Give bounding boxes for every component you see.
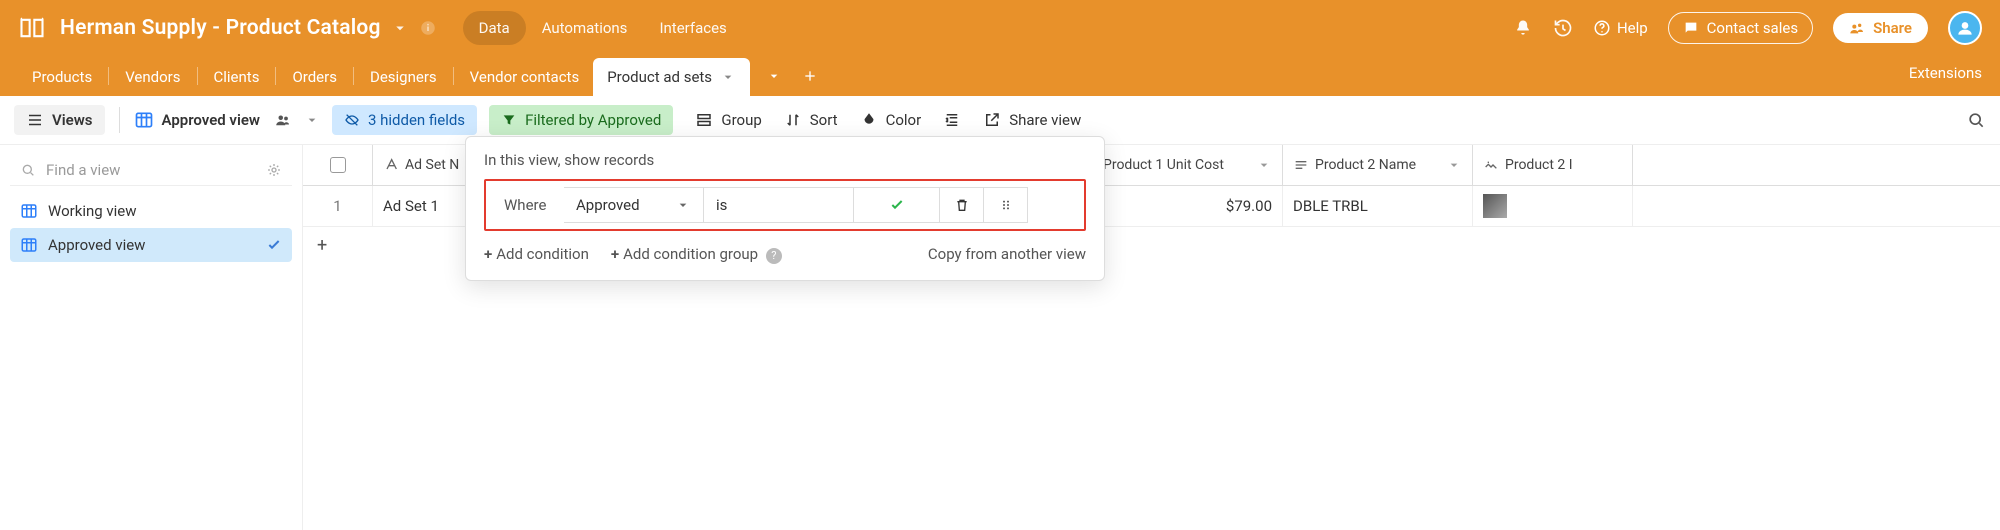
settings-icon[interactable] <box>266 162 282 178</box>
hidden-fields-chip[interactable]: 3 hidden fields <box>332 105 477 135</box>
base-title[interactable]: Herman Supply - Product Catalog <box>60 16 381 40</box>
column-header-cost[interactable]: Product 1 Unit Cost <box>1093 145 1283 185</box>
filter-field-value: Approved <box>576 196 640 214</box>
drag-handle-icon[interactable] <box>984 187 1028 223</box>
history-icon[interactable] <box>1553 18 1573 38</box>
group-button[interactable]: Group <box>695 111 761 129</box>
current-view-label: Approved view <box>162 111 261 129</box>
column-header-p2img[interactable]: Product 2 I <box>1473 145 1633 185</box>
image-thumbnail <box>1483 194 1507 218</box>
user-avatar[interactable] <box>1948 11 1982 45</box>
filter-popup-title: In this view, show records <box>484 151 1086 169</box>
help-button[interactable]: Help <box>1593 19 1648 37</box>
add-group-label: Add condition group <box>623 245 758 263</box>
nav-tab-automations[interactable]: Automations <box>526 11 644 45</box>
views-label: Views <box>52 111 93 129</box>
filter-label: Filtered by Approved <box>525 111 661 129</box>
chevron-down-icon[interactable] <box>1446 157 1462 173</box>
sort-label: Sort <box>810 111 838 129</box>
add-condition-label: Add condition <box>496 245 589 263</box>
chevron-down-icon[interactable] <box>391 19 409 37</box>
base-icon <box>18 14 46 42</box>
col-label: Product 2 I <box>1505 157 1573 173</box>
sort-button[interactable]: Sort <box>784 111 838 129</box>
filter-chip[interactable]: Filtered by Approved <box>489 105 673 135</box>
row-number[interactable]: 1 <box>303 186 373 226</box>
nav-tab-data[interactable]: Data <box>463 11 526 45</box>
filter-field-select[interactable]: Approved <box>564 187 704 223</box>
share-view-button[interactable]: Share view <box>983 111 1081 129</box>
check-icon <box>266 237 282 253</box>
copy-from-view-button[interactable]: Copy from another view <box>928 245 1086 263</box>
add-table-icon[interactable] <box>802 68 818 84</box>
filter-condition-row: Where Approved is <box>484 179 1086 231</box>
share-button[interactable]: Share <box>1833 13 1928 43</box>
chevron-down-icon[interactable] <box>304 112 320 128</box>
bell-icon[interactable] <box>1513 18 1533 38</box>
table-tab-products[interactable]: Products <box>18 58 106 96</box>
more-tables-chevron-icon[interactable] <box>766 68 782 84</box>
separator <box>119 107 120 133</box>
share-view-label: Share view <box>1009 111 1081 129</box>
sidebar-view-approved[interactable]: Approved view <box>10 228 292 262</box>
table-tab-vendor-contacts[interactable]: Vendor contacts <box>456 58 594 96</box>
contact-label: Contact sales <box>1707 19 1798 37</box>
table-tab-orders[interactable]: Orders <box>278 58 351 96</box>
cell-cost[interactable]: $79.00 <box>1093 186 1283 226</box>
search-icon[interactable] <box>1966 110 1986 130</box>
chevron-down-icon <box>675 197 691 213</box>
grid-icon <box>134 110 154 130</box>
grid-icon <box>20 236 38 254</box>
table-tab-designers[interactable]: Designers <box>356 58 451 96</box>
add-condition-group-button[interactable]: +Add condition group ? <box>611 245 782 264</box>
chevron-down-icon <box>720 69 736 85</box>
grid-icon <box>20 202 38 220</box>
people-icon[interactable] <box>274 111 292 129</box>
filter-where-label: Where <box>492 187 564 223</box>
table-tab-clients[interactable]: Clients <box>200 58 274 96</box>
color-button[interactable]: Color <box>860 111 922 129</box>
row-height-button[interactable] <box>943 111 961 129</box>
share-label: Share <box>1873 19 1912 37</box>
col-label: Product 2 Name <box>1315 157 1416 173</box>
filter-value[interactable] <box>854 187 940 223</box>
contact-sales-button[interactable]: Contact sales <box>1668 12 1813 44</box>
column-header-p2name[interactable]: Product 2 Name <box>1283 145 1473 185</box>
help-label: Help <box>1617 19 1648 37</box>
delete-condition-button[interactable] <box>940 187 984 223</box>
extensions-link[interactable]: Extensions <box>1909 64 1982 88</box>
info-icon[interactable] <box>419 19 437 37</box>
hidden-fields-label: 3 hidden fields <box>368 111 465 129</box>
help-icon[interactable]: ? <box>766 248 782 264</box>
find-view-input[interactable]: Find a view <box>10 155 292 186</box>
table-tab-active-label: Product ad sets <box>607 68 712 86</box>
filter-operator-select[interactable]: is <box>704 187 854 223</box>
table-tab-active[interactable]: Product ad sets <box>593 58 750 96</box>
sidebar-view-working[interactable]: Working view <box>10 194 292 228</box>
color-label: Color <box>886 111 922 129</box>
col-label: Ad Set N <box>405 157 459 173</box>
view-label: Approved view <box>48 236 145 254</box>
current-view-chip[interactable]: Approved view <box>134 110 321 130</box>
add-condition-button[interactable]: +Add condition <box>484 245 589 263</box>
cell-p2name[interactable]: DBLE TRBL <box>1283 186 1473 226</box>
check-icon <box>889 197 905 213</box>
group-label: Group <box>721 111 761 129</box>
table-tab-vendors[interactable]: Vendors <box>111 58 194 96</box>
cell-p2img[interactable] <box>1473 186 1633 226</box>
col-label: Product 1 Unit Cost <box>1103 157 1250 173</box>
nav-tab-interfaces[interactable]: Interfaces <box>643 11 742 45</box>
find-view-placeholder: Find a view <box>46 161 120 179</box>
filter-popup: In this view, show records Where Approve… <box>465 136 1105 281</box>
view-label: Working view <box>48 202 137 220</box>
chevron-down-icon[interactable] <box>1256 157 1272 173</box>
views-button[interactable]: Views <box>14 105 105 135</box>
select-all-checkbox[interactable] <box>303 145 373 185</box>
filter-op-value: is <box>716 196 727 214</box>
